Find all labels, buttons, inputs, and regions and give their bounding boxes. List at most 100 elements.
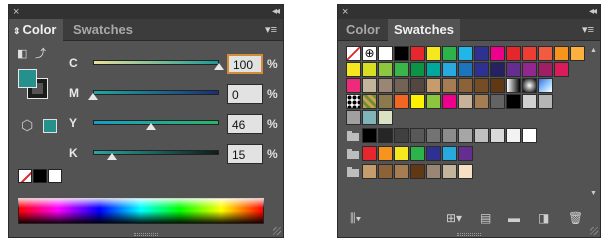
- color-swatch[interactable]: [506, 46, 521, 61]
- color-swatch[interactable]: [522, 62, 537, 77]
- value-field-c[interactable]: 100: [227, 54, 263, 74]
- tab-expand-icon[interactable]: ⇕: [13, 26, 21, 36]
- color-swatch[interactable]: [426, 94, 441, 109]
- corner-resize-icon[interactable]: [273, 227, 281, 235]
- color-swatch[interactable]: [410, 128, 425, 143]
- color-swatch[interactable]: [442, 164, 457, 179]
- color-swatch[interactable]: [538, 62, 553, 77]
- white-swatch[interactable]: [48, 169, 62, 183]
- none-swatch[interactable]: [18, 169, 32, 183]
- color-swatch[interactable]: [490, 62, 505, 77]
- color-swatch[interactable]: [474, 94, 489, 109]
- color-swatch[interactable]: [426, 146, 441, 161]
- color-swatch[interactable]: [506, 62, 521, 77]
- color-swatch[interactable]: [442, 62, 457, 77]
- new-swatch-icon[interactable]: ◨: [538, 211, 549, 225]
- color-swatch[interactable]: [378, 46, 393, 61]
- color-swatch[interactable]: [554, 46, 569, 61]
- color-swatch[interactable]: [442, 146, 457, 161]
- color-swatch[interactable]: [394, 128, 409, 143]
- slider-thumb-m[interactable]: [88, 93, 98, 100]
- color-swatch[interactable]: [394, 164, 409, 179]
- panel-menu-icon[interactable]: ▾≡: [265, 23, 277, 36]
- color-swatch[interactable]: [490, 94, 505, 109]
- slider-track-c[interactable]: [93, 60, 219, 65]
- color-swatch[interactable]: [474, 46, 489, 61]
- scroll-up-icon[interactable]: ▲: [590, 47, 597, 54]
- color-swatch[interactable]: [346, 62, 361, 77]
- swatch-group-folder-icon[interactable]: [346, 164, 361, 179]
- tab-color[interactable]: Color: [340, 19, 386, 41]
- collapse-icon[interactable]: ◂◂: [589, 5, 597, 19]
- out-of-gamut-cube-icon[interactable]: ⬡: [21, 117, 33, 134]
- color-swatch[interactable]: [378, 110, 393, 125]
- swatch-options-icon[interactable]: ▤: [480, 211, 491, 225]
- color-swatch[interactable]: [458, 146, 473, 161]
- slider-thumb-k[interactable]: [106, 153, 117, 160]
- color-swatch[interactable]: [362, 128, 377, 143]
- color-swatch[interactable]: [362, 164, 377, 179]
- swap-fill-stroke-icon[interactable]: ⤴: [35, 45, 46, 61]
- color-swatch[interactable]: [458, 128, 473, 143]
- color-swatch[interactable]: [490, 78, 505, 93]
- color-swatch[interactable]: [522, 46, 537, 61]
- registration-swatch-icon[interactable]: ⊕: [362, 46, 377, 61]
- resize-grip[interactable]: [134, 233, 158, 236]
- color-panel-titlebar[interactable]: × ◂◂: [9, 5, 283, 19]
- color-swatch[interactable]: [474, 78, 489, 93]
- color-swatch[interactable]: [554, 62, 569, 77]
- show-swatch-kinds-icon[interactable]: ⊞▾: [446, 211, 462, 225]
- color-swatch[interactable]: [426, 128, 441, 143]
- value-field-y[interactable]: 46: [227, 114, 263, 134]
- slider-track-m[interactable]: [93, 90, 219, 95]
- color-swatch[interactable]: [458, 164, 473, 179]
- color-swatch[interactable]: [394, 146, 409, 161]
- tab-swatches[interactable]: Swatches: [388, 19, 460, 41]
- slider-thumb-y[interactable]: [145, 123, 156, 130]
- color-swatch[interactable]: [378, 164, 393, 179]
- color-swatch[interactable]: [490, 46, 505, 61]
- color-swatch[interactable]: [394, 94, 409, 109]
- collapse-icon[interactable]: ◂◂: [272, 5, 280, 19]
- color-swatch[interactable]: [522, 94, 537, 109]
- slider-thumb-c[interactable]: [214, 63, 224, 70]
- color-swatch[interactable]: [570, 46, 585, 61]
- swatch-libraries-icon[interactable]: ⫼▾: [350, 211, 361, 226]
- color-swatch[interactable]: [378, 128, 393, 143]
- panel-menu-icon[interactable]: ▾≡: [582, 23, 594, 36]
- color-swatch[interactable]: [458, 46, 473, 61]
- color-swatch[interactable]: [506, 128, 521, 143]
- color-swatch[interactable]: [378, 62, 393, 77]
- value-field-k[interactable]: 15: [227, 144, 263, 164]
- color-swatch[interactable]: [410, 164, 425, 179]
- resize-grip[interactable]: [457, 233, 481, 236]
- color-swatch[interactable]: [346, 110, 361, 125]
- color-swatch[interactable]: [378, 94, 393, 109]
- tab-swatches[interactable]: Swatches: [67, 19, 139, 41]
- pattern-swatch[interactable]: [346, 94, 361, 109]
- default-fill-stroke-icon[interactable]: ◧: [17, 47, 27, 60]
- gradient-swatch[interactable]: [506, 78, 521, 93]
- color-swatch[interactable]: [458, 62, 473, 77]
- new-color-group-icon[interactable]: ▬: [508, 211, 520, 225]
- tab-color[interactable]: ⇕ Color: [9, 19, 63, 41]
- slider-track-y[interactable]: [93, 120, 219, 125]
- color-swatch[interactable]: [442, 78, 457, 93]
- scroll-down-icon[interactable]: ▼: [590, 190, 597, 197]
- color-swatch[interactable]: [538, 46, 553, 61]
- color-swatch[interactable]: [394, 46, 409, 61]
- color-swatch[interactable]: [394, 78, 409, 93]
- color-swatch[interactable]: [506, 94, 521, 109]
- color-swatch[interactable]: [474, 128, 489, 143]
- color-swatch[interactable]: [410, 78, 425, 93]
- gradient-swatch[interactable]: [522, 78, 537, 93]
- color-swatch[interactable]: [378, 78, 393, 93]
- color-swatch[interactable]: [410, 46, 425, 61]
- color-swatch[interactable]: [426, 46, 441, 61]
- color-swatch[interactable]: [426, 62, 441, 77]
- delete-swatch-icon[interactable]: 🗑: [568, 211, 583, 225]
- fill-swatch[interactable]: [18, 69, 37, 88]
- color-swatch[interactable]: [458, 94, 473, 109]
- color-swatch[interactable]: [474, 62, 489, 77]
- color-swatch[interactable]: [362, 78, 377, 93]
